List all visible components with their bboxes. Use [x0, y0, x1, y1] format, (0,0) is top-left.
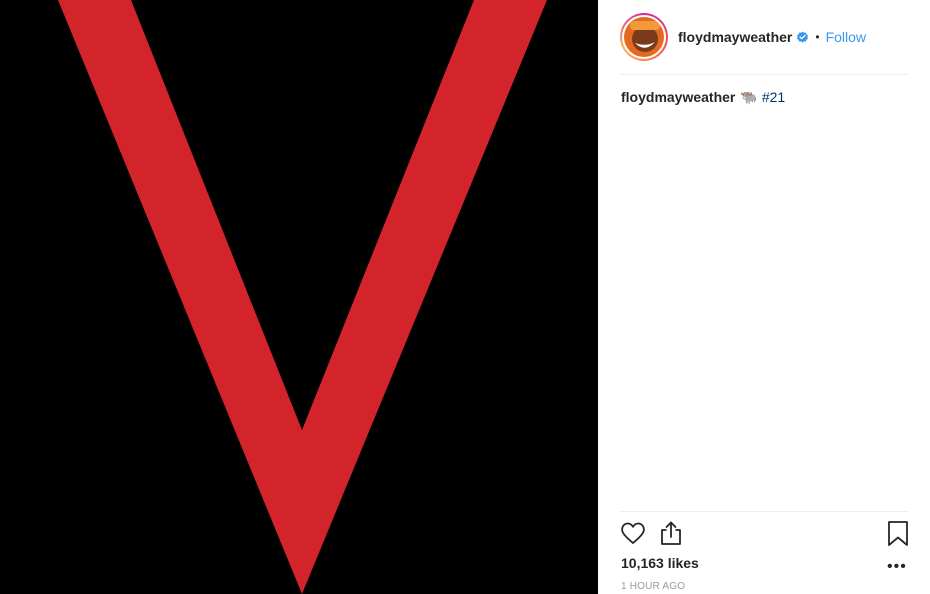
share-icon[interactable] [658, 520, 684, 546]
post-sidebar: floydmayweather • Follow floydmayweather… [598, 0, 930, 594]
post-image[interactable] [0, 0, 598, 594]
verified-badge-icon [796, 31, 809, 44]
actions-divider [620, 511, 908, 512]
more-icon[interactable]: ••• [887, 559, 907, 575]
post-timestamp[interactable]: 1 HOUR AGO [621, 581, 685, 592]
post-header: floydmayweather • Follow [620, 12, 908, 62]
bookmark-icon[interactable] [885, 520, 911, 546]
profile-photo [624, 17, 664, 57]
v-logo-graphic [0, 0, 598, 594]
heart-icon[interactable] [620, 520, 646, 546]
action-bar [620, 518, 910, 550]
follow-button[interactable]: Follow [826, 29, 866, 45]
caption-username[interactable]: floydmayweather [621, 89, 735, 105]
header-username[interactable]: floydmayweather [678, 29, 792, 45]
header-divider [620, 74, 908, 75]
caption-emoji: 🐃 [740, 90, 758, 106]
caption-hashtag[interactable]: #21 [762, 89, 785, 105]
separator-dot: • [815, 30, 820, 44]
post-caption: floydmayweather 🐃 #21 [621, 88, 909, 107]
avatar[interactable] [620, 13, 668, 61]
likes-count[interactable]: 10,163 likes [621, 555, 699, 571]
